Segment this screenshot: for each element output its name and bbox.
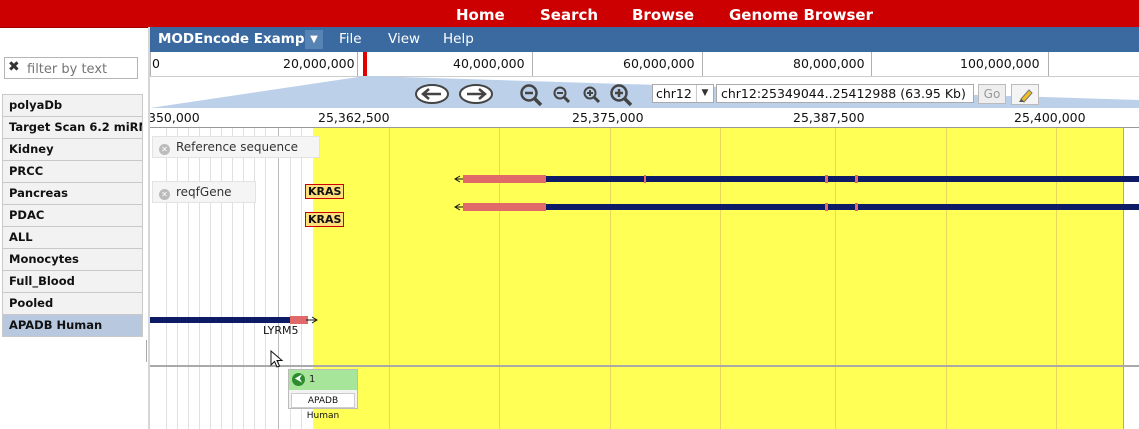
drop-count: 1 xyxy=(309,374,316,385)
scale-label: 25,387,500 xyxy=(791,110,867,125)
dataset-title: MODEncode Example xyxy=(158,31,319,47)
track-item-all[interactable]: ALL xyxy=(2,227,143,249)
chevron-down-icon[interactable]: ▼ xyxy=(696,85,713,102)
menu-view[interactable]: View xyxy=(388,31,420,47)
overview-tick xyxy=(871,52,872,76)
track-label-text: Reference sequence xyxy=(176,140,299,154)
menu-file[interactable]: File xyxy=(339,31,362,47)
gene-label-kras[interactable]: KRAS xyxy=(305,212,345,227)
overview-label: 40,000,000 xyxy=(453,56,525,71)
scale-label: 25,375,000 xyxy=(570,110,646,125)
grid-line xyxy=(210,128,211,429)
overview-tick xyxy=(1048,52,1049,76)
track-list: polyaDb Target Scan 6.2 miRNA Kidney PRC… xyxy=(2,94,143,337)
location-input[interactable] xyxy=(716,84,974,103)
nav-browse[interactable]: Browse xyxy=(632,6,694,24)
overview-tick xyxy=(357,52,358,76)
chromosome-select[interactable]: chr12 ▼ xyxy=(652,84,714,103)
scale-label: 25,362,500 xyxy=(316,110,392,125)
nav-search[interactable]: Search xyxy=(540,6,598,24)
track-item-pooled[interactable]: Pooled xyxy=(2,293,143,315)
track-drop-target[interactable]: ⮜ 1 APADB Human xyxy=(288,369,358,421)
detail-scale-bar[interactable]: 350,000 25,362,500 25,375,000 25,387,500… xyxy=(150,108,1139,128)
track-label-reference[interactable]: ✕ Reference sequence xyxy=(152,136,320,158)
grid-line xyxy=(232,128,233,429)
drop-track-name: APADB Human xyxy=(291,393,355,421)
grid-line xyxy=(199,128,200,429)
scroll-right-arrow-icon[interactable] xyxy=(458,83,494,105)
track-item-full-blood[interactable]: Full_Blood xyxy=(2,271,143,293)
gene-label-kras[interactable]: KRAS xyxy=(305,184,345,199)
site-navbar: Home Search Browse Genome Browser xyxy=(0,0,1139,28)
scroll-left-arrow-icon[interactable] xyxy=(414,83,450,105)
grid-line xyxy=(254,128,255,429)
overview-label: 60,000,000 xyxy=(623,56,695,71)
scale-label: 350,000 xyxy=(150,110,202,125)
dataset-chevron-down-icon[interactable]: ▼ xyxy=(305,30,323,49)
track-item-pancreas[interactable]: Pancreas xyxy=(2,183,143,205)
close-icon[interactable]: ✖ xyxy=(8,59,20,75)
track-label-text: reqfGene xyxy=(176,185,232,199)
track-area-divider xyxy=(150,365,1139,367)
overview-tick xyxy=(532,52,533,76)
nav-genome-browser[interactable]: Genome Browser xyxy=(729,6,873,24)
scale-label: 25,400,000 xyxy=(1012,110,1088,125)
track-item-pdac[interactable]: PDAC xyxy=(2,205,143,227)
track-label-refgene[interactable]: ✕ reqfGene xyxy=(152,181,256,203)
arrow-left-icon[interactable]: ⮜ xyxy=(292,373,305,386)
track-area[interactable]: ✕ Reference sequence ✕ reqfGene KRAS KRAS … xyxy=(150,128,1139,429)
track-item-kidney[interactable]: Kidney xyxy=(2,139,143,161)
browser-menubar: MODEncode Example ▼ File View Help xyxy=(150,27,1139,52)
overview-label: 80,000,000 xyxy=(793,56,865,71)
gene-label-lyrm5[interactable]: LYRM5 xyxy=(263,324,299,337)
chromosome-value: chr12 xyxy=(656,86,692,101)
track-item-polyadb[interactable]: polyaDb xyxy=(2,94,143,117)
zoom-out-small-icon[interactable] xyxy=(552,86,572,106)
zoom-in-small-icon[interactable] xyxy=(582,86,602,106)
zoom-out-large-icon[interactable] xyxy=(518,83,544,107)
grid-line xyxy=(177,128,178,429)
transcript-lyrm5[interactable] xyxy=(150,314,325,326)
zoom-in-large-icon[interactable] xyxy=(608,83,634,107)
menu-help[interactable]: Help xyxy=(443,31,474,47)
grid-line xyxy=(221,128,222,429)
grid-line xyxy=(265,128,266,429)
highlighter-icon xyxy=(1019,89,1033,103)
go-button[interactable]: Go xyxy=(978,84,1006,104)
transcript-kras-1[interactable] xyxy=(300,173,1139,185)
track-item-apadb-human[interactable]: APADB Human xyxy=(2,315,143,337)
highlight-button[interactable] xyxy=(1011,84,1039,105)
track-item-monocytes[interactable]: Monocytes xyxy=(2,249,143,271)
overview-tick xyxy=(702,52,703,76)
grid-line xyxy=(166,128,167,429)
filter-input[interactable] xyxy=(25,60,139,78)
track-item-target-scan[interactable]: Target Scan 6.2 miRNA xyxy=(2,117,143,139)
track-item-prcc[interactable]: PRCC xyxy=(2,161,143,183)
overview-label: 0 xyxy=(152,56,160,71)
overview-location-marker[interactable] xyxy=(363,52,367,76)
grid-line xyxy=(278,128,279,429)
nav-home[interactable]: Home xyxy=(456,6,505,24)
transcript-kras-2[interactable] xyxy=(300,201,1139,213)
overview-ruler[interactable]: 0 20,000,000 40,000,000 60,000,000 80,00… xyxy=(150,52,1139,77)
close-icon[interactable]: ✕ xyxy=(159,144,170,155)
overview-tick xyxy=(150,52,151,76)
overview-label: 20,000,000 xyxy=(283,56,355,71)
grid-line xyxy=(188,128,189,429)
overview-label: 100,000,000 xyxy=(960,56,1040,71)
splitter-handle[interactable] xyxy=(146,340,147,362)
drop-target-header: ⮜ 1 xyxy=(289,370,357,390)
track-filter: ✖ xyxy=(4,57,139,79)
close-icon[interactable]: ✕ xyxy=(159,189,170,200)
grid-line xyxy=(243,128,244,429)
mouse-cursor-icon xyxy=(270,350,284,368)
